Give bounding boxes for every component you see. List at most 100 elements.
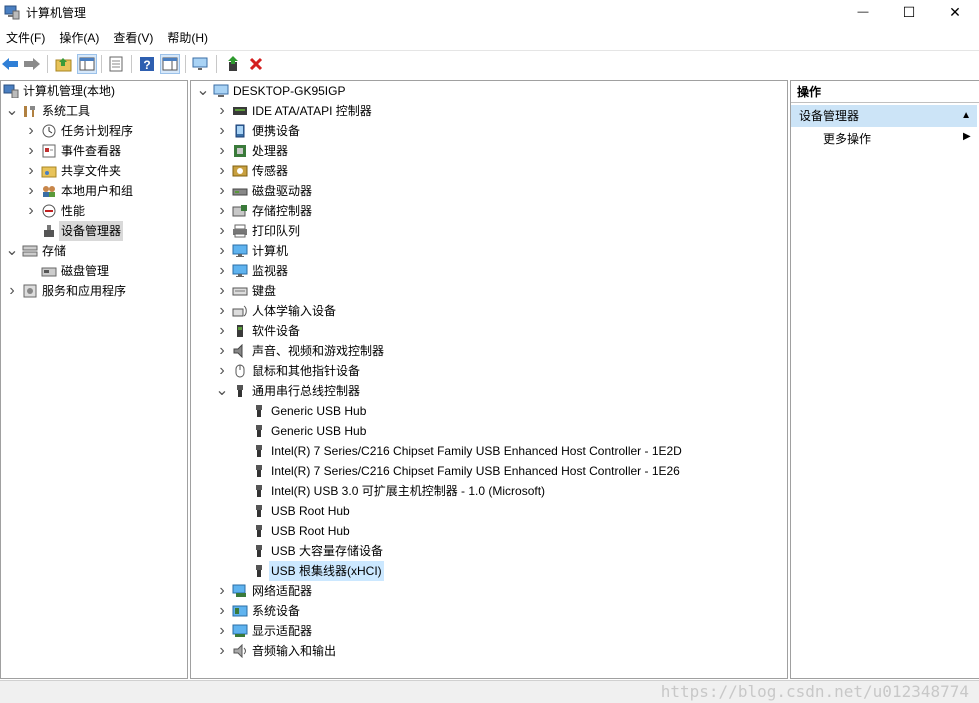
scan-hardware-button[interactable]	[191, 54, 211, 74]
device-tree-item-row[interactable]: USB Root Hub	[191, 521, 787, 541]
device-tree-item-row[interactable]: › 显示适配器	[191, 621, 787, 641]
device-tree-item-row[interactable]: ⌄ 通用串行总线控制器	[191, 381, 787, 401]
collapsed-chevron-icon[interactable]: ›	[216, 161, 228, 181]
device-tree-item-row[interactable]: ⌄ DESKTOP-GK95IGP	[191, 81, 787, 101]
device-tree-item-row[interactable]: Generic USB Hub	[191, 401, 787, 421]
collapsed-chevron-icon[interactable]: ›	[25, 201, 37, 221]
usb-icon	[251, 544, 267, 558]
collapsed-chevron-icon[interactable]: ›	[25, 181, 37, 201]
device-tree-item-row[interactable]: › 系统设备	[191, 601, 787, 621]
usb-icon	[251, 404, 267, 418]
close-button[interactable]: ✕	[932, 0, 978, 24]
device-tree-item-row[interactable]: › IDE ATA/ATAPI 控制器	[191, 101, 787, 121]
collapsed-chevron-icon[interactable]: ›	[216, 641, 228, 661]
collapsed-chevron-icon[interactable]: ›	[216, 221, 228, 241]
device-tree-item-row[interactable]: USB 根集线器(xHCI)	[191, 561, 787, 581]
collapsed-chevron-icon[interactable]: ›	[216, 121, 228, 141]
collapsed-chevron-icon[interactable]: ›	[216, 341, 228, 361]
device-tree-item-row[interactable]: › 键盘	[191, 281, 787, 301]
device-tree-item-row[interactable]: › 音频输入和输出	[191, 641, 787, 661]
sensor-icon	[232, 164, 248, 178]
device-tree-item-label: IDE ATA/ATAPI 控制器	[252, 104, 372, 118]
console-tree-item-row[interactable]: › 本地用户和组	[1, 181, 187, 201]
uninstall-device-button[interactable]	[246, 54, 266, 74]
device-tree-item-row[interactable]: › 软件设备	[191, 321, 787, 341]
forward-button[interactable]	[22, 54, 42, 74]
console-tree-item-row[interactable]: › 服务和应用程序	[1, 281, 187, 301]
console-tree-item-row[interactable]: 设备管理器	[1, 221, 187, 241]
expanded-chevron-icon[interactable]: ⌄	[215, 381, 228, 401]
up-level-button[interactable]	[54, 54, 74, 74]
collapsed-chevron-icon[interactable]: ›	[6, 281, 18, 301]
users-icon	[41, 184, 57, 198]
collapsed-chevron-icon[interactable]: ›	[216, 581, 228, 601]
collapsed-chevron-icon[interactable]: ›	[25, 141, 37, 161]
collapsed-chevron-icon[interactable]: ›	[216, 101, 228, 121]
minimize-button[interactable]: —	[840, 0, 886, 24]
device-tree-item-row[interactable]: › 声音、视频和游戏控制器	[191, 341, 787, 361]
device-tree-item-row[interactable]: Intel(R) USB 3.0 可扩展主机控制器 - 1.0 (Microso…	[191, 481, 787, 501]
collapsed-chevron-icon[interactable]: ›	[216, 141, 228, 161]
console-tree-item-row[interactable]: › 事件查看器	[1, 141, 187, 161]
maximize-button[interactable]: ☐	[886, 0, 932, 24]
properties-button[interactable]	[106, 54, 126, 74]
toolbar: ?	[0, 50, 979, 77]
device-tree-item-row[interactable]: › 计算机	[191, 241, 787, 261]
device-tree-item-row[interactable]: › 便携设备	[191, 121, 787, 141]
collapsed-chevron-icon[interactable]: ›	[216, 261, 228, 281]
device-tree-item-label: 软件设备	[252, 324, 301, 338]
console-tree-item-row[interactable]: › 任务计划程序	[1, 121, 187, 141]
menu-file[interactable]: 文件(F)	[0, 26, 53, 46]
collapsed-chevron-icon[interactable]: ›	[216, 181, 228, 201]
actions-section-device-manager[interactable]: 设备管理器 ▲	[791, 105, 977, 127]
device-tree-item-row[interactable]: › 人体学输入设备	[191, 301, 787, 321]
collapsed-chevron-icon[interactable]: ›	[216, 201, 228, 221]
collapsed-chevron-icon[interactable]: ›	[216, 321, 228, 341]
device-tree-item-row[interactable]: USB Root Hub	[191, 501, 787, 521]
menu-help[interactable]: 帮助(H)	[161, 26, 216, 46]
collapsed-chevron-icon[interactable]: ›	[216, 361, 228, 381]
device-tree-item-row[interactable]: › 监视器	[191, 261, 787, 281]
help-button[interactable]: ?	[137, 54, 157, 74]
properties-icon	[109, 56, 123, 72]
action-pane-button[interactable]	[160, 54, 180, 74]
collapsed-chevron-icon[interactable]: ›	[216, 301, 228, 321]
expanded-chevron-icon[interactable]: ⌄	[5, 101, 18, 121]
device-tree-item-row[interactable]: › 打印队列	[191, 221, 787, 241]
device-tree-item-row[interactable]: › 处理器	[191, 141, 787, 161]
show-hide-tree-button[interactable]	[77, 54, 97, 74]
menu-action[interactable]: 操作(A)	[53, 26, 107, 46]
device-tree-item-label: 鼠标和其他指针设备	[252, 364, 361, 378]
console-tree-icon	[79, 57, 95, 71]
collapsed-chevron-icon[interactable]: ›	[216, 281, 228, 301]
software-device-icon	[232, 324, 248, 338]
console-tree-item-row[interactable]: 计算机管理(本地)	[1, 81, 187, 101]
device-tree-item-row[interactable]: › 网络适配器	[191, 581, 787, 601]
device-tree-item-label: 监视器	[252, 264, 289, 278]
console-tree-item-row[interactable]: › 共享文件夹	[1, 161, 187, 181]
console-tree-item-row[interactable]: ⌄ 系统工具	[1, 101, 187, 121]
more-actions-item[interactable]: 更多操作	[823, 129, 871, 149]
collapsed-chevron-icon[interactable]: ›	[25, 161, 37, 181]
console-tree-item-row[interactable]: ⌄ 存储	[1, 241, 187, 261]
device-tree-item-row[interactable]: USB 大容量存储设备	[191, 541, 787, 561]
device-tree-item-row[interactable]: Intel(R) 7 Series/C216 Chipset Family US…	[191, 461, 787, 481]
collapsed-chevron-icon[interactable]: ›	[25, 121, 37, 141]
device-tree-item-row[interactable]: › 磁盘驱动器	[191, 181, 787, 201]
update-driver-button[interactable]	[223, 54, 243, 74]
performance-icon	[41, 204, 57, 218]
device-tree-item-row[interactable]: Intel(R) 7 Series/C216 Chipset Family US…	[191, 441, 787, 461]
console-tree-item-row[interactable]: 磁盘管理	[1, 261, 187, 281]
back-button[interactable]	[0, 54, 20, 74]
collapsed-chevron-icon[interactable]: ›	[216, 621, 228, 641]
device-tree-item-row[interactable]: Generic USB Hub	[191, 421, 787, 441]
expanded-chevron-icon[interactable]: ⌄	[196, 81, 209, 101]
expanded-chevron-icon[interactable]: ⌄	[5, 241, 18, 261]
console-tree-item-row[interactable]: › 性能	[1, 201, 187, 221]
menu-view[interactable]: 查看(V)	[107, 26, 161, 46]
device-tree-item-row[interactable]: › 存储控制器	[191, 201, 787, 221]
device-tree-item-row[interactable]: › 传感器	[191, 161, 787, 181]
device-tree-item-row[interactable]: › 鼠标和其他指针设备	[191, 361, 787, 381]
collapsed-chevron-icon[interactable]: ›	[216, 241, 228, 261]
collapsed-chevron-icon[interactable]: ›	[216, 601, 228, 621]
